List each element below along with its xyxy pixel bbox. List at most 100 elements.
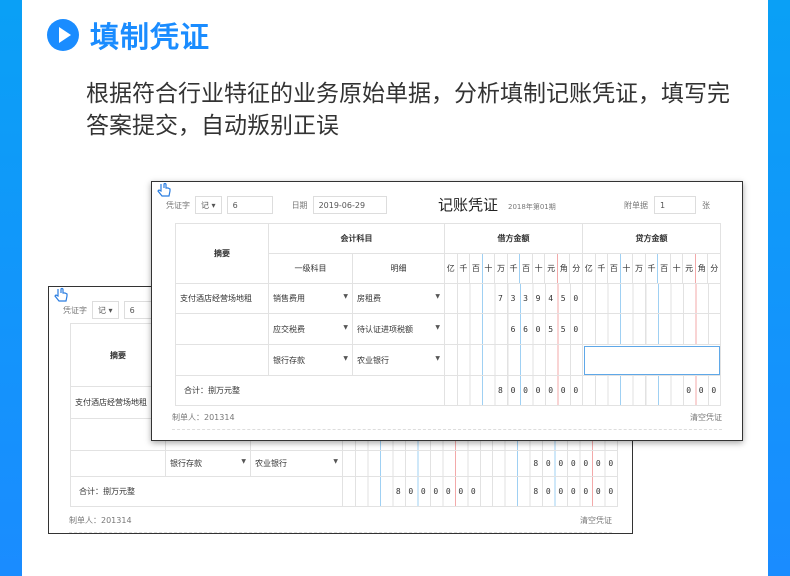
- digit-unit-header: 千: [644, 253, 659, 284]
- summary-cell[interactable]: [70, 450, 166, 477]
- total-label: 合计：捌万元整: [70, 476, 343, 507]
- credit-amount[interactable]: [582, 313, 722, 345]
- dropdown-arrow-icon: ▼: [435, 323, 440, 331]
- digit-unit-header: 亿: [582, 253, 596, 284]
- credit-amount[interactable]: 8000000: [479, 450, 618, 477]
- voucher-word-label: 凭证字: [63, 305, 87, 315]
- digit-unit-header: 十: [481, 253, 496, 284]
- digit-unit-header: 十: [669, 253, 684, 284]
- play-icon: [47, 19, 79, 51]
- level1-select[interactable]: 销售费用 ▼: [268, 283, 353, 314]
- clear-voucher-link[interactable]: 清空凭证: [690, 412, 722, 423]
- total-debit-amount-digits: 8000000: [498, 386, 583, 395]
- attachment-unit: 张: [702, 200, 710, 210]
- date-input[interactable]: 2019-06-29: [312, 196, 387, 214]
- debit-header: 借方金额: [443, 223, 584, 254]
- digit-unit-header: 万: [632, 253, 646, 284]
- right-accent-bar: [768, 0, 790, 576]
- voucher-word-select[interactable]: 记 ▾: [195, 196, 222, 214]
- digit-unit-header: 角: [694, 253, 709, 284]
- digit-unit-header: 千: [506, 253, 521, 284]
- total-row: 合计：捌万元整 8000000 8000000: [70, 476, 618, 507]
- dropdown-arrow-icon: ▼: [343, 293, 348, 300]
- page-description: 根据符合行业特征的业务原始单据，分析填制记账凭证，填写完答案提交，自动叛别正误: [86, 81, 730, 139]
- level1-value: 银行存款: [170, 459, 202, 468]
- debit-amount[interactable]: 733945 0: [443, 283, 584, 314]
- header-row: 摘要会计科目借方金额贷方金额: [175, 223, 722, 284]
- attachment-label: 附单据: [624, 200, 648, 210]
- table-row: 支付酒店经营场地租 销售费用 ▼ 房租费 ▼ 733945 0: [175, 283, 722, 314]
- dropdown-arrow-icon: ▼: [343, 323, 348, 331]
- table-row: 银行存款 ▼ 农业银行 ▼: [175, 344, 722, 376]
- summary-cell[interactable]: [175, 313, 269, 345]
- digit-unit-header: 十: [531, 253, 546, 284]
- digit-unit-header: 万: [494, 253, 508, 284]
- debit-amount[interactable]: 660550: [443, 313, 584, 345]
- total-credit-amount[interactable]: 000: [582, 375, 722, 406]
- total-label: 合计：捌万元整: [175, 375, 445, 406]
- detail-select[interactable]: 农业银行 ▼: [250, 450, 343, 477]
- digit-unit-header: 元: [544, 253, 558, 284]
- table-row: 银行存款 ▼ 农业银行 ▼ 8000000: [70, 450, 618, 477]
- level1-value: 应交税费: [273, 324, 305, 334]
- digit-unit-header: 元: [682, 253, 696, 284]
- detail-value: 房租费: [357, 294, 381, 303]
- digit-unit-header: 角: [556, 253, 571, 284]
- debit-amount-digits: 733945 0: [498, 294, 583, 303]
- credit-header: 贷方金额: [582, 223, 722, 254]
- date-label: 日期: [291, 200, 308, 210]
- voucher-title: 记账凭证: [438, 196, 499, 214]
- detail-value: 农业银行: [255, 459, 287, 468]
- attachment-count-input[interactable]: 1: [654, 196, 696, 214]
- voucher-word-label: 凭证字: [166, 200, 190, 210]
- digit-unit-header: 分: [569, 253, 583, 284]
- credit-amount[interactable]: [582, 283, 722, 314]
- level1-select[interactable]: 银行存款 ▼: [165, 450, 251, 477]
- total-debit-amount-digits: 8000000: [395, 487, 480, 496]
- detail-select[interactable]: 房租费 ▼: [352, 283, 445, 314]
- detail-select[interactable]: 待认证进项税额 ▼: [352, 313, 445, 345]
- page-title: 填制凭证: [90, 20, 211, 54]
- table-row: 应交税费 ▼ 待认证进项税额 ▼ 660550: [175, 313, 722, 345]
- level1-select[interactable]: 应交税费 ▼: [268, 313, 353, 345]
- clear-voucher-link[interactable]: 清空凭证: [580, 515, 612, 526]
- credit-amount-digits: 8000000: [533, 459, 618, 468]
- level1-value: 银行存款: [273, 355, 305, 365]
- total-row: 合计：捌万元整 8000000 000: [175, 375, 722, 406]
- digit-unit-header: 分: [707, 253, 722, 284]
- debit-amount-digits: 660550: [510, 324, 583, 334]
- digit-unit-header: 千: [456, 253, 471, 284]
- digit-unit-header: 百: [469, 253, 483, 284]
- total-credit-amount-digits: 8000000: [533, 487, 618, 496]
- maker-label: 制单人：201314: [172, 413, 235, 422]
- digit-unit-header: 十: [619, 253, 634, 284]
- debit-amount[interactable]: [342, 450, 481, 477]
- voucher-front: 凭证字记 ▾ 6 日期 2019-06-29 记账凭证 2018年第01期 附单据 1 张摘要会…: [151, 181, 743, 441]
- detail-header: 明细: [352, 253, 445, 284]
- total-debit-amount[interactable]: 8000000: [443, 375, 584, 406]
- level1-select[interactable]: 银行存款 ▼: [268, 344, 353, 376]
- total-credit-amount-digits: 000: [686, 386, 721, 395]
- total-debit-amount[interactable]: 8000000: [342, 476, 481, 507]
- dropdown-arrow-icon: ▼: [333, 458, 338, 465]
- summary-header: 摘要: [175, 223, 269, 284]
- credit-amount-input[interactable]: [582, 344, 722, 376]
- digit-unit-header: 千: [594, 253, 609, 284]
- voucher-table: 摘要会计科目借方金额贷方金额一级科目明细亿千百十万千百十元角分亿千百十万千百十元…: [175, 223, 722, 406]
- debit-amount[interactable]: [443, 344, 584, 376]
- account-header: 会计科目: [268, 223, 445, 254]
- maker-label: 制单人：201314: [69, 516, 132, 525]
- digit-unit-header: 亿: [444, 253, 458, 284]
- total-credit-amount[interactable]: 8000000: [479, 476, 618, 507]
- detail-select[interactable]: 农业银行 ▼: [352, 344, 445, 376]
- voucher-number-stepper[interactable]: 6: [226, 196, 273, 214]
- voucher-word-select[interactable]: 记 ▾: [92, 301, 119, 319]
- summary-cell[interactable]: 支付酒店经营场地租: [175, 283, 269, 314]
- dropdown-arrow-icon: ▼: [435, 293, 440, 300]
- summary-cell[interactable]: [175, 344, 269, 376]
- level1-value: 销售费用: [273, 294, 305, 303]
- voucher-period: 2018年第01期: [508, 203, 556, 211]
- detail-value: 待认证进项税额: [357, 324, 413, 334]
- attachment-field: 附单据 1 张: [624, 196, 710, 214]
- voucher-toolbar: 凭证字记 ▾ 6 日期 2019-06-29: [166, 196, 387, 214]
